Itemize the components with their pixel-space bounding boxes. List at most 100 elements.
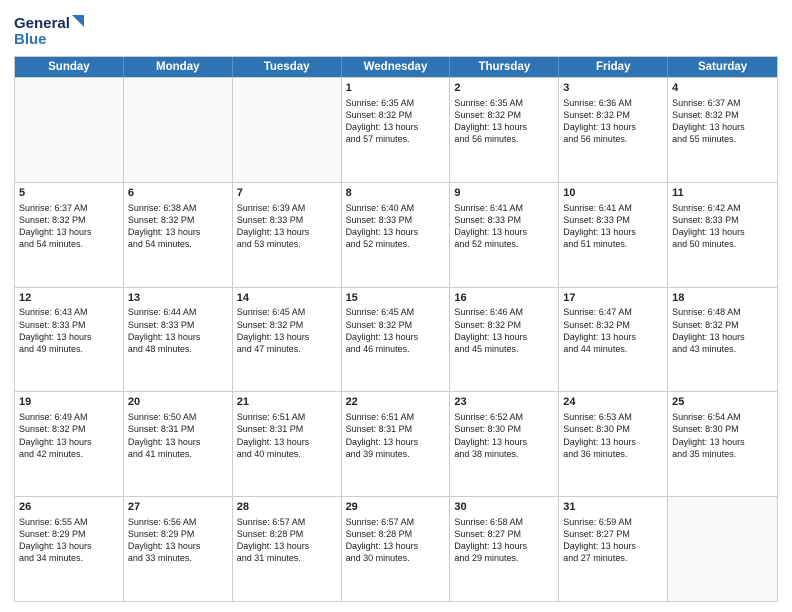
day-12: 12Sunrise: 6:43 AMSunset: 8:33 PMDayligh…: [15, 288, 124, 392]
calendar-row-2: 5Sunrise: 6:37 AMSunset: 8:32 PMDaylight…: [15, 182, 777, 287]
day-info-17: Sunrise: 6:47 AMSunset: 8:32 PMDaylight:…: [563, 306, 663, 355]
svg-text:General: General: [14, 15, 70, 32]
day-info-28: Sunrise: 6:57 AMSunset: 8:28 PMDaylight:…: [237, 516, 337, 565]
day-number-8: 8: [346, 186, 446, 201]
day-15: 15Sunrise: 6:45 AMSunset: 8:32 PMDayligh…: [342, 288, 451, 392]
header-day-wednesday: Wednesday: [342, 57, 451, 77]
day-number-2: 2: [454, 81, 554, 96]
day-info-24: Sunrise: 6:53 AMSunset: 8:30 PMDaylight:…: [563, 411, 663, 460]
day-1: 1Sunrise: 6:35 AMSunset: 8:32 PMDaylight…: [342, 78, 451, 182]
day-info-12: Sunrise: 6:43 AMSunset: 8:33 PMDaylight:…: [19, 306, 119, 355]
calendar: SundayMondayTuesdayWednesdayThursdayFrid…: [14, 56, 778, 602]
day-info-29: Sunrise: 6:57 AMSunset: 8:28 PMDaylight:…: [346, 516, 446, 565]
day-21: 21Sunrise: 6:51 AMSunset: 8:31 PMDayligh…: [233, 392, 342, 496]
day-number-21: 21: [237, 395, 337, 410]
day-20: 20Sunrise: 6:50 AMSunset: 8:31 PMDayligh…: [124, 392, 233, 496]
day-info-23: Sunrise: 6:52 AMSunset: 8:30 PMDaylight:…: [454, 411, 554, 460]
day-info-8: Sunrise: 6:40 AMSunset: 8:33 PMDaylight:…: [346, 202, 446, 251]
day-26: 26Sunrise: 6:55 AMSunset: 8:29 PMDayligh…: [15, 497, 124, 601]
day-number-14: 14: [237, 291, 337, 306]
day-number-9: 9: [454, 186, 554, 201]
day-number-25: 25: [672, 395, 773, 410]
header-day-sunday: Sunday: [15, 57, 124, 77]
calendar-row-4: 19Sunrise: 6:49 AMSunset: 8:32 PMDayligh…: [15, 391, 777, 496]
day-info-2: Sunrise: 6:35 AMSunset: 8:32 PMDaylight:…: [454, 97, 554, 146]
day-info-4: Sunrise: 6:37 AMSunset: 8:32 PMDaylight:…: [672, 97, 773, 146]
header-day-tuesday: Tuesday: [233, 57, 342, 77]
day-info-10: Sunrise: 6:41 AMSunset: 8:33 PMDaylight:…: [563, 202, 663, 251]
empty-cell-4-6: [668, 497, 777, 601]
day-info-7: Sunrise: 6:39 AMSunset: 8:33 PMDaylight:…: [237, 202, 337, 251]
calendar-header: SundayMondayTuesdayWednesdayThursdayFrid…: [15, 57, 777, 77]
day-2: 2Sunrise: 6:35 AMSunset: 8:32 PMDaylight…: [450, 78, 559, 182]
calendar-row-5: 26Sunrise: 6:55 AMSunset: 8:29 PMDayligh…: [15, 496, 777, 601]
logo: General Blue: [14, 10, 84, 50]
day-info-3: Sunrise: 6:36 AMSunset: 8:32 PMDaylight:…: [563, 97, 663, 146]
day-number-27: 27: [128, 500, 228, 515]
day-number-31: 31: [563, 500, 663, 515]
day-info-25: Sunrise: 6:54 AMSunset: 8:30 PMDaylight:…: [672, 411, 773, 460]
day-number-3: 3: [563, 81, 663, 96]
day-number-26: 26: [19, 500, 119, 515]
day-number-7: 7: [237, 186, 337, 201]
day-31: 31Sunrise: 6:59 AMSunset: 8:27 PMDayligh…: [559, 497, 668, 601]
day-27: 27Sunrise: 6:56 AMSunset: 8:29 PMDayligh…: [124, 497, 233, 601]
day-number-15: 15: [346, 291, 446, 306]
day-info-9: Sunrise: 6:41 AMSunset: 8:33 PMDaylight:…: [454, 202, 554, 251]
day-10: 10Sunrise: 6:41 AMSunset: 8:33 PMDayligh…: [559, 183, 668, 287]
day-number-24: 24: [563, 395, 663, 410]
header-day-monday: Monday: [124, 57, 233, 77]
day-22: 22Sunrise: 6:51 AMSunset: 8:31 PMDayligh…: [342, 392, 451, 496]
day-number-28: 28: [237, 500, 337, 515]
day-3: 3Sunrise: 6:36 AMSunset: 8:32 PMDaylight…: [559, 78, 668, 182]
day-number-23: 23: [454, 395, 554, 410]
day-30: 30Sunrise: 6:58 AMSunset: 8:27 PMDayligh…: [450, 497, 559, 601]
day-info-18: Sunrise: 6:48 AMSunset: 8:32 PMDaylight:…: [672, 306, 773, 355]
page-header: General Blue: [14, 10, 778, 50]
day-number-22: 22: [346, 395, 446, 410]
day-13: 13Sunrise: 6:44 AMSunset: 8:33 PMDayligh…: [124, 288, 233, 392]
day-number-1: 1: [346, 81, 446, 96]
header-day-saturday: Saturday: [668, 57, 777, 77]
day-number-16: 16: [454, 291, 554, 306]
day-number-20: 20: [128, 395, 228, 410]
day-7: 7Sunrise: 6:39 AMSunset: 8:33 PMDaylight…: [233, 183, 342, 287]
day-info-19: Sunrise: 6:49 AMSunset: 8:32 PMDaylight:…: [19, 411, 119, 460]
day-info-15: Sunrise: 6:45 AMSunset: 8:32 PMDaylight:…: [346, 306, 446, 355]
day-number-4: 4: [672, 81, 773, 96]
empty-cell-0-0: [15, 78, 124, 182]
day-info-14: Sunrise: 6:45 AMSunset: 8:32 PMDaylight:…: [237, 306, 337, 355]
day-info-22: Sunrise: 6:51 AMSunset: 8:31 PMDaylight:…: [346, 411, 446, 460]
day-19: 19Sunrise: 6:49 AMSunset: 8:32 PMDayligh…: [15, 392, 124, 496]
day-14: 14Sunrise: 6:45 AMSunset: 8:32 PMDayligh…: [233, 288, 342, 392]
day-number-17: 17: [563, 291, 663, 306]
day-number-10: 10: [563, 186, 663, 201]
calendar-body: 1Sunrise: 6:35 AMSunset: 8:32 PMDaylight…: [15, 77, 777, 601]
day-info-27: Sunrise: 6:56 AMSunset: 8:29 PMDaylight:…: [128, 516, 228, 565]
day-info-20: Sunrise: 6:50 AMSunset: 8:31 PMDaylight:…: [128, 411, 228, 460]
day-25: 25Sunrise: 6:54 AMSunset: 8:30 PMDayligh…: [668, 392, 777, 496]
header-day-thursday: Thursday: [450, 57, 559, 77]
day-11: 11Sunrise: 6:42 AMSunset: 8:33 PMDayligh…: [668, 183, 777, 287]
day-number-13: 13: [128, 291, 228, 306]
day-info-16: Sunrise: 6:46 AMSunset: 8:32 PMDaylight:…: [454, 306, 554, 355]
day-info-26: Sunrise: 6:55 AMSunset: 8:29 PMDaylight:…: [19, 516, 119, 565]
svg-text:Blue: Blue: [14, 31, 47, 48]
day-6: 6Sunrise: 6:38 AMSunset: 8:32 PMDaylight…: [124, 183, 233, 287]
day-info-1: Sunrise: 6:35 AMSunset: 8:32 PMDaylight:…: [346, 97, 446, 146]
day-18: 18Sunrise: 6:48 AMSunset: 8:32 PMDayligh…: [668, 288, 777, 392]
day-number-5: 5: [19, 186, 119, 201]
day-16: 16Sunrise: 6:46 AMSunset: 8:32 PMDayligh…: [450, 288, 559, 392]
day-number-29: 29: [346, 500, 446, 515]
day-9: 9Sunrise: 6:41 AMSunset: 8:33 PMDaylight…: [450, 183, 559, 287]
day-number-12: 12: [19, 291, 119, 306]
logo-svg: General Blue: [14, 10, 84, 50]
day-5: 5Sunrise: 6:37 AMSunset: 8:32 PMDaylight…: [15, 183, 124, 287]
calendar-row-3: 12Sunrise: 6:43 AMSunset: 8:33 PMDayligh…: [15, 287, 777, 392]
day-number-11: 11: [672, 186, 773, 201]
header-day-friday: Friday: [559, 57, 668, 77]
day-28: 28Sunrise: 6:57 AMSunset: 8:28 PMDayligh…: [233, 497, 342, 601]
day-24: 24Sunrise: 6:53 AMSunset: 8:30 PMDayligh…: [559, 392, 668, 496]
day-number-6: 6: [128, 186, 228, 201]
empty-cell-0-2: [233, 78, 342, 182]
